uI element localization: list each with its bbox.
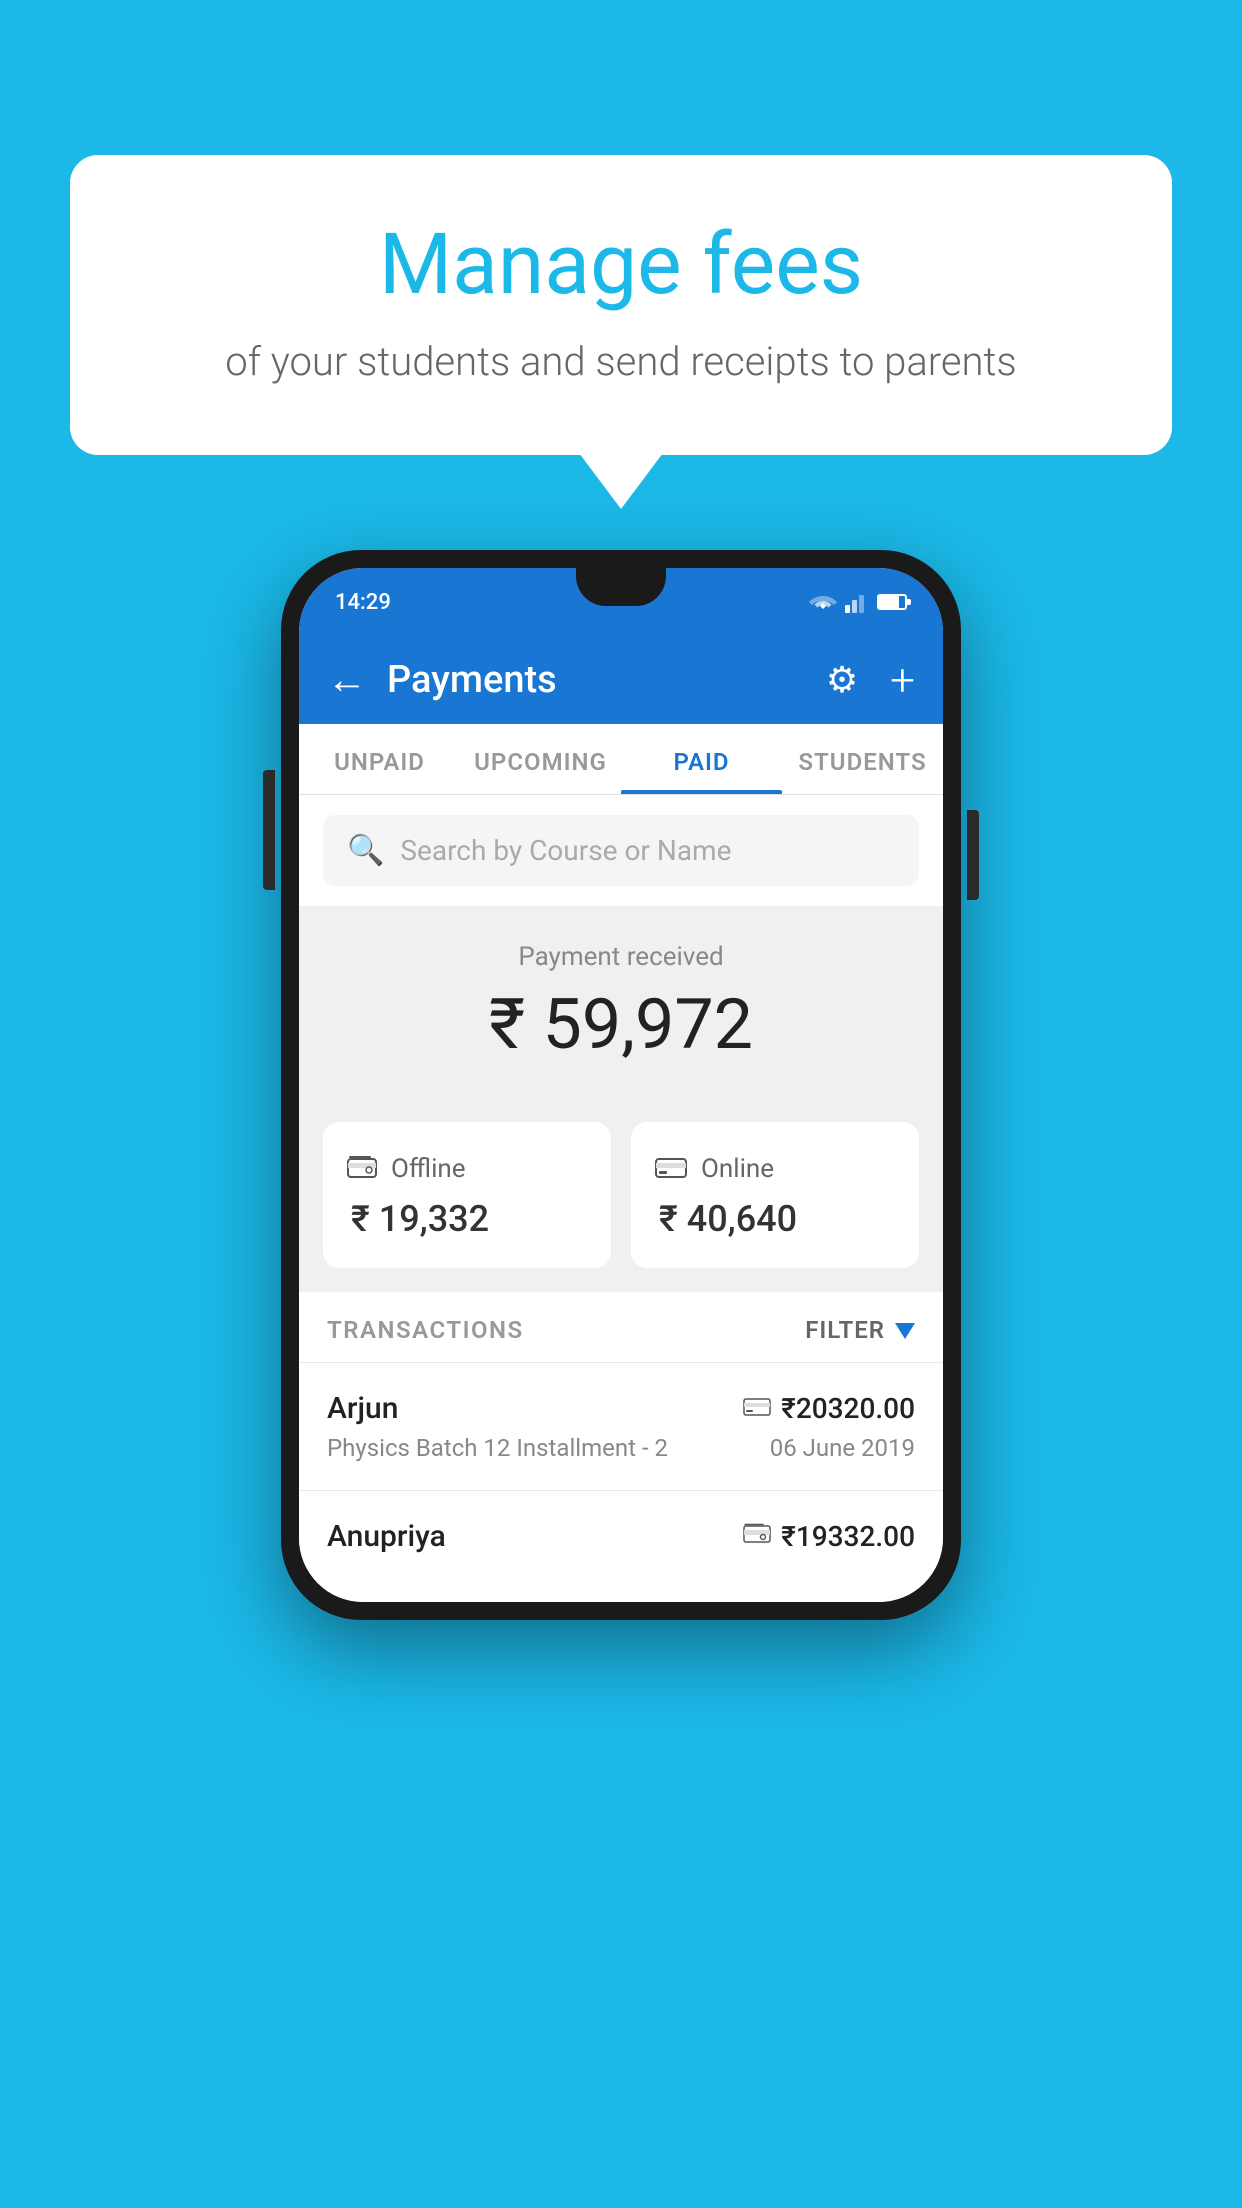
payment-total-amount: ₹ 59,972: [323, 984, 919, 1066]
transaction-amount: ₹19332.00: [781, 1520, 915, 1553]
offline-card-header: Offline: [347, 1150, 587, 1188]
search-icon: 🔍: [347, 833, 384, 868]
app-header: ← Payments ⚙ +: [299, 636, 943, 724]
transaction-row-bottom: Physics Batch 12 Installment - 2 06 June…: [327, 1434, 915, 1462]
transaction-row[interactable]: Arjun ₹20320.00 Physics Batch 1: [299, 1362, 943, 1490]
filter-icon: [895, 1323, 915, 1339]
phone-screen: 14:29: [299, 568, 943, 1602]
tab-students[interactable]: STUDENTS: [782, 724, 943, 794]
transaction-date: 06 June 2019: [770, 1434, 915, 1462]
offline-card: Offline ₹ 19,332: [323, 1122, 611, 1268]
online-card-header: Online: [655, 1150, 895, 1188]
signal-icon: [845, 591, 869, 613]
payment-received-section: Payment received ₹ 59,972: [299, 906, 943, 1098]
wifi-icon: [809, 591, 837, 613]
search-placeholder: Search by Course or Name: [400, 834, 731, 867]
online-label: Online: [701, 1154, 774, 1184]
offline-label: Offline: [391, 1154, 466, 1184]
cash-icon: [347, 1150, 377, 1188]
online-amount: ₹ 40,640: [655, 1198, 895, 1240]
card-payment-icon: [743, 1394, 771, 1424]
page-title: Payments: [387, 658, 794, 702]
online-card: Online ₹ 40,640: [631, 1122, 919, 1268]
tab-paid[interactable]: PAID: [621, 724, 782, 794]
transactions-label: TRANSACTIONS: [327, 1316, 524, 1344]
transaction-name: Arjun: [327, 1391, 398, 1426]
add-button[interactable]: +: [890, 654, 915, 706]
filter-button[interactable]: FILTER: [805, 1316, 915, 1344]
phone-mockup: 14:29: [281, 550, 961, 1620]
filter-label: FILTER: [805, 1316, 885, 1344]
transactions-header: TRANSACTIONS FILTER: [299, 1292, 943, 1362]
transaction-name: Anupriya: [327, 1519, 446, 1554]
transaction-amount: ₹20320.00: [781, 1392, 915, 1425]
offline-amount: ₹ 19,332: [347, 1198, 587, 1240]
tabs-bar: UNPAID UPCOMING PAID STUDENTS: [299, 724, 943, 795]
status-bar: 14:29: [299, 568, 943, 636]
speech-bubble-card: Manage fees of your students and send re…: [70, 155, 1172, 455]
transaction-row[interactable]: Anupriya ₹19332.00: [299, 1490, 943, 1602]
search-container: 🔍 Search by Course or Name: [299, 795, 943, 906]
payment-cards: Offline ₹ 19,332 Online: [299, 1098, 943, 1292]
transaction-row-top: Arjun ₹20320.00: [327, 1391, 915, 1426]
bubble-heading: Manage fees: [150, 215, 1092, 314]
credit-card-icon: [655, 1150, 687, 1188]
search-box[interactable]: 🔍 Search by Course or Name: [323, 815, 919, 886]
tab-upcoming[interactable]: UPCOMING: [460, 724, 621, 794]
status-icons: [809, 591, 907, 613]
settings-button[interactable]: ⚙: [826, 659, 858, 701]
cash-payment-icon: [743, 1522, 771, 1552]
bubble-subtext: of your students and send receipts to pa…: [150, 338, 1092, 385]
back-button[interactable]: ←: [327, 660, 367, 700]
status-time: 14:29: [335, 590, 391, 615]
tab-unpaid[interactable]: UNPAID: [299, 724, 460, 794]
payment-received-label: Payment received: [323, 942, 919, 972]
transaction-amount-wrap: ₹19332.00: [743, 1520, 915, 1553]
phone-outer: 14:29: [281, 550, 961, 1620]
transaction-course: Physics Batch 12 Installment - 2: [327, 1434, 668, 1462]
battery-icon: [877, 594, 907, 610]
transaction-amount-wrap: ₹20320.00: [743, 1392, 915, 1425]
transaction-row-top: Anupriya ₹19332.00: [327, 1519, 915, 1554]
